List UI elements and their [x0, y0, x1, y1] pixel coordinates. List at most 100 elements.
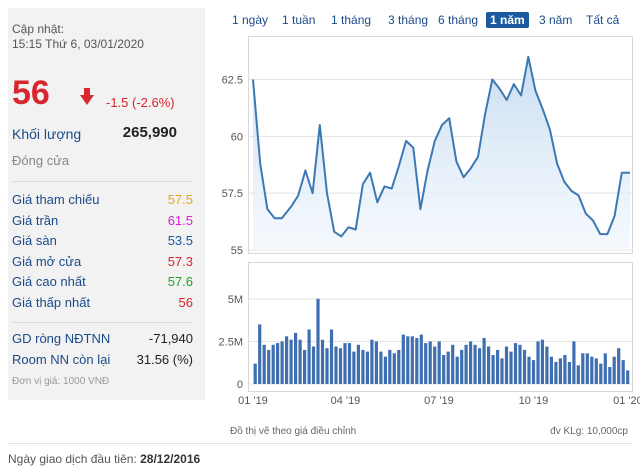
- volume-bar: [410, 336, 414, 384]
- volume-bar: [271, 344, 275, 384]
- footer-divider: [8, 443, 632, 444]
- volume-bar: [491, 355, 495, 384]
- volume-bar: [415, 338, 419, 384]
- x-tick-label: 04 '19: [331, 395, 361, 407]
- first-trade-value: 28/12/2016: [140, 452, 201, 466]
- volume-bar: [464, 344, 468, 384]
- volume-bar: [347, 343, 352, 384]
- volume-bar: [527, 356, 531, 384]
- volume-bar: [428, 341, 432, 384]
- volume-bar: [370, 339, 374, 384]
- volume-bar: [397, 349, 401, 384]
- volume-bar: [392, 353, 396, 384]
- volume-bar: [536, 341, 540, 384]
- volume-bar: [424, 343, 428, 384]
- volume-bar: [594, 358, 598, 384]
- volume-bar: [253, 363, 257, 384]
- volume-bar: [513, 343, 518, 384]
- volume-bar: [599, 363, 603, 384]
- volume-bar: [311, 346, 316, 384]
- volume-bar: [446, 351, 450, 384]
- volume-bar: [258, 324, 262, 384]
- volume-bar: [608, 367, 612, 384]
- volume-bar: [576, 365, 580, 384]
- volume-bar: [361, 349, 365, 384]
- volume-bar: [442, 355, 446, 384]
- volume-bar: [303, 349, 307, 384]
- volume-tick-label: 0: [237, 379, 243, 391]
- volume-bar: [289, 339, 293, 384]
- volume-bar: [478, 348, 482, 384]
- volume-bar: [460, 349, 464, 384]
- volume-bar: [280, 341, 284, 384]
- volume-bar: [572, 341, 576, 384]
- volume-bar: [320, 339, 325, 384]
- volume-bar: [379, 351, 383, 384]
- price-tick-label: 57.5: [222, 188, 243, 200]
- volume-bar: [437, 341, 441, 384]
- volume-bar: [285, 336, 289, 384]
- volume-bar: [469, 341, 473, 384]
- volume-bar: [558, 358, 562, 384]
- volume-bar: [329, 329, 334, 384]
- volume-tick-label: 5M: [228, 294, 243, 306]
- price-area: [253, 56, 630, 250]
- volume-tick-label: 2.5M: [219, 336, 243, 348]
- volume-bar: [617, 348, 621, 384]
- volume-bar: [352, 351, 356, 384]
- volume-bar: [509, 351, 513, 384]
- volume-bar: [504, 346, 509, 384]
- volume-unit-note: đv KLg: 10,000cp: [550, 426, 628, 437]
- volume-bar: [473, 344, 477, 384]
- price-tick-label: 55: [231, 245, 243, 257]
- volume-bar: [621, 360, 625, 384]
- volume-bar: [383, 356, 387, 384]
- x-tick-label: 01 '19: [238, 395, 268, 407]
- volume-bar: [307, 329, 311, 384]
- volume-bar: [401, 334, 405, 384]
- chart-note: Đồ thị vẽ theo giá điều chỉnh: [230, 426, 357, 437]
- volume-bar: [540, 339, 544, 384]
- volume-bar: [626, 370, 630, 384]
- volume-bar: [356, 344, 360, 384]
- volume-bar: [343, 343, 347, 384]
- x-tick-label: 10 '19: [519, 395, 549, 407]
- volume-bar: [406, 336, 410, 384]
- volume-bar: [262, 344, 266, 384]
- volume-bar: [612, 356, 616, 384]
- first-trade-label: Ngày giao dịch đầu tiên:: [8, 452, 137, 466]
- first-trade-date: Ngày giao dịch đầu tiên: 28/12/2016: [8, 452, 200, 466]
- volume-bar: [531, 360, 536, 384]
- volume-bar: [554, 361, 558, 384]
- volume-bar: [563, 355, 567, 384]
- volume-bar: [549, 356, 553, 384]
- volume-bar: [455, 356, 459, 384]
- volume-bar: [522, 349, 527, 384]
- volume-bar: [581, 353, 585, 384]
- volume-bar: [487, 346, 491, 384]
- volume-bar: [388, 349, 392, 384]
- volume-bar: [365, 351, 369, 384]
- price-tick-label: 62.5: [222, 75, 243, 87]
- volume-bar: [338, 348, 343, 384]
- volume-bar: [451, 344, 455, 384]
- volume-bar: [545, 346, 549, 384]
- volume-bar: [276, 343, 280, 384]
- stock-chart: 55 57.5 60 62.5 0 2.5M 5M 01 '19 04 '19 07 '19 10 …: [219, 55, 640, 407]
- volume-bar: [374, 341, 378, 384]
- volume-bar: [585, 353, 589, 384]
- volume-bar: [294, 332, 298, 384]
- volume-bar: [325, 348, 329, 384]
- x-tick-label: 07 '19: [424, 395, 454, 407]
- volume-bar: [419, 334, 423, 384]
- x-tick-label: 01 '20: [613, 395, 640, 407]
- volume-bar: [567, 361, 571, 384]
- volume-bar: [482, 338, 486, 384]
- volume-bar: [334, 346, 338, 384]
- volume-bar: [267, 349, 271, 384]
- price-tick-label: 60: [231, 131, 243, 143]
- volume-bar: [603, 353, 607, 384]
- volume-bar: [590, 356, 594, 384]
- volume-bar: [298, 339, 302, 384]
- volume-bar: [500, 358, 504, 384]
